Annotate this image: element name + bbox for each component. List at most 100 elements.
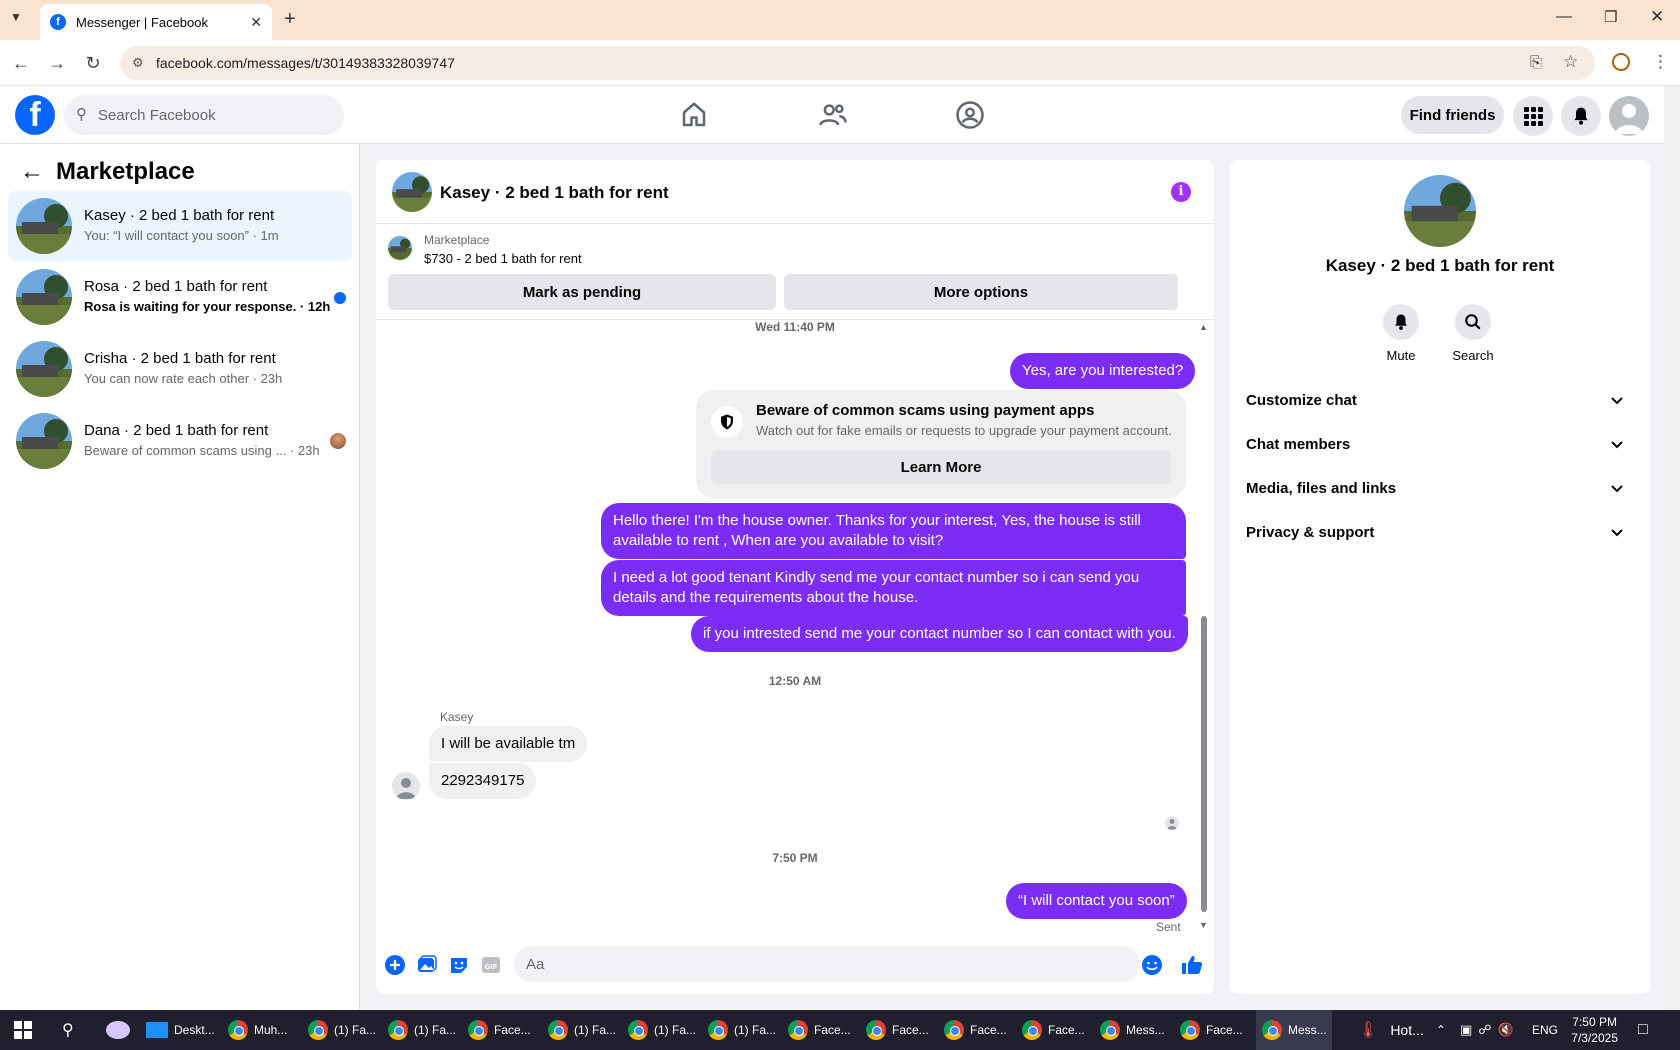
system-clock[interactable]: 7:50 PM 7/3/2025	[1571, 1014, 1618, 1046]
taskbar-app[interactable]: Face...	[468, 1010, 531, 1050]
search-icon[interactable]: ⚲	[62, 1010, 74, 1050]
emoji-icon[interactable]	[1141, 954, 1163, 976]
bookmark-star-icon[interactable]: ☆	[1563, 52, 1578, 72]
home-icon[interactable]	[679, 100, 711, 130]
tab-list-chevron-icon[interactable]: ▼	[10, 10, 22, 24]
taskbar-app-active[interactable]: Mess...	[1256, 1010, 1332, 1050]
taskbar-app[interactable]: Muh...	[228, 1010, 287, 1050]
chevron-down-icon	[1611, 529, 1623, 537]
back-arrow-icon[interactable]: ←	[10, 52, 32, 74]
taskbar-app[interactable]: Face...	[866, 1010, 929, 1050]
groups-icon[interactable]	[955, 100, 987, 130]
language-indicator[interactable]: ENG	[1532, 1010, 1558, 1050]
incoming-message[interactable]: I will be available tm	[429, 726, 588, 762]
browser-menu-icon[interactable]: ⋮	[1652, 52, 1669, 72]
browser-tab[interactable]: f Messenger | Facebook ✕	[40, 4, 272, 40]
window-close-button[interactable]: ✕	[1650, 7, 1664, 27]
listing-thumbnail[interactable]	[388, 236, 412, 260]
contact-avatar[interactable]	[392, 772, 420, 800]
chat-title[interactable]: Kasey · 2 bed 1 bath for rent	[440, 183, 669, 203]
taskbar-app[interactable]: (1) Fa...	[628, 1010, 696, 1050]
conversation-item[interactable]: Rosa · 2 bed 1 bath for rent Rosa is wai…	[8, 262, 352, 332]
mute-button[interactable]: Mute	[1371, 304, 1431, 363]
new-tab-button[interactable]: +	[284, 8, 296, 31]
media-files-links-section[interactable]: Media, files and links	[1246, 470, 1634, 506]
facebook-search-input[interactable]: ⚲ Search Facebook	[64, 95, 344, 135]
chat-members-section[interactable]: Chat members	[1246, 426, 1634, 462]
outgoing-message[interactable]: “I will contact you soon”	[1006, 883, 1187, 919]
more-options-button[interactable]: More options	[784, 274, 1178, 310]
forward-arrow-icon[interactable]: →	[46, 52, 68, 74]
add-plus-icon[interactable]	[384, 954, 406, 976]
taskbar-app[interactable]: Mess...	[1100, 1010, 1165, 1050]
learn-more-button[interactable]: Learn More	[711, 450, 1171, 484]
gif-icon[interactable]: GIF	[480, 954, 502, 976]
tray-chevron-icon[interactable]: ⌃	[1436, 1010, 1446, 1050]
listing-title[interactable]: $730 - 2 bed 1 bath for rent	[424, 251, 582, 266]
friends-icon[interactable]	[818, 100, 850, 130]
message-composer: GIF Aa	[376, 934, 1214, 994]
profile-avatar[interactable]	[1404, 175, 1476, 247]
facebook-header: f ⚲ Search Facebook Find friends	[0, 86, 1664, 144]
taskbar-app[interactable]: Face...	[1180, 1010, 1243, 1050]
mute-label: Mute	[1386, 348, 1416, 363]
outgoing-message[interactable]: if you intrested send me your contact nu…	[691, 616, 1188, 652]
taskbar-app[interactable]: (1) Fa...	[388, 1010, 456, 1050]
scroll-down-arrow-icon[interactable]: ▼	[1199, 920, 1208, 930]
reload-icon[interactable]: ↻	[82, 52, 104, 74]
browser-tab-bar: ▼ f Messenger | Facebook ✕ + — ❐ ✕	[0, 0, 1680, 40]
taskbar-app[interactable]: Face...	[944, 1010, 1007, 1050]
customize-chat-section[interactable]: Customize chat	[1246, 382, 1634, 418]
scam-warning-body: Watch out for fake emails or requests to…	[756, 423, 1172, 438]
weather-label: Hot...	[1390, 1022, 1424, 1038]
page-scrollbar[interactable]	[1664, 86, 1680, 1010]
weather-widget[interactable]: 🌡 Hot...	[1358, 1010, 1424, 1050]
notifications-bell-icon[interactable]	[1561, 96, 1601, 136]
incoming-message[interactable]: 2292349175	[429, 763, 537, 799]
paint-app-icon[interactable]	[106, 1010, 130, 1050]
photo-icon[interactable]	[416, 954, 438, 976]
facebook-logo-icon[interactable]: f	[15, 95, 55, 135]
taskbar-app[interactable]: Face...	[788, 1010, 851, 1050]
minimize-button[interactable]: —	[1556, 8, 1572, 26]
conversation-item[interactable]: Kasey · 2 bed 1 bath for rent You: “I wi…	[8, 191, 352, 261]
search-in-chat-button[interactable]: Search	[1443, 304, 1503, 363]
tray-icons[interactable]: ▣☍🔇	[1460, 1010, 1520, 1050]
shield-icon	[711, 406, 743, 438]
thumbs-up-icon[interactable]	[1180, 953, 1203, 975]
conversation-item[interactable]: Crisha · 2 bed 1 bath for rent You can n…	[8, 334, 352, 404]
info-icon[interactable]: i	[1171, 182, 1191, 202]
scroll-up-arrow-icon[interactable]: ▲	[1199, 322, 1208, 332]
outgoing-message[interactable]: Hello there! I'm the house owner. Thanks…	[601, 503, 1186, 559]
account-avatar[interactable]	[1609, 96, 1649, 136]
tab-close-icon[interactable]: ✕	[250, 14, 262, 31]
sticker-icon[interactable]	[448, 954, 470, 976]
site-info-icon[interactable]: ⚙	[132, 55, 144, 71]
conversation-name: Kasey · 2 bed 1 bath for rent	[84, 207, 275, 224]
outgoing-message[interactable]: Yes, are you interested?	[1010, 353, 1196, 389]
privacy-support-section[interactable]: Privacy & support	[1246, 514, 1634, 550]
mark-as-pending-button[interactable]: Mark as pending	[388, 274, 776, 310]
address-bar[interactable]: ⚙ facebook.com/messages/t/30149383328039…	[120, 46, 1595, 80]
taskbar-app[interactable]: Face...	[1022, 1010, 1085, 1050]
notification-center-icon[interactable]: □	[1638, 1010, 1648, 1050]
install-app-icon[interactable]: ⎘	[1530, 54, 1542, 71]
scrollbar-thumb[interactable]	[1201, 616, 1207, 912]
back-arrow-icon[interactable]: ←	[20, 158, 44, 186]
chat-avatar[interactable]	[392, 172, 432, 212]
find-friends-button[interactable]: Find friends	[1401, 96, 1504, 134]
restore-button[interactable]: ❐	[1604, 8, 1617, 26]
taskbar-app[interactable]: (1) Fa...	[708, 1010, 776, 1050]
taskbar-app[interactable]: Deskt...	[146, 1010, 215, 1050]
search-icon: ⚲	[76, 106, 87, 123]
outgoing-message[interactable]: I need a lot good tenant Kindly send me …	[601, 560, 1186, 616]
chrome-icon	[708, 1020, 728, 1040]
taskbar-app-label: Face...	[892, 1023, 929, 1037]
menu-grid-icon[interactable]	[1513, 96, 1553, 136]
message-input[interactable]: Aa	[514, 946, 1139, 982]
profile-icon[interactable]	[1612, 53, 1630, 71]
conversation-item[interactable]: Dana · 2 bed 1 bath for rent Beware of c…	[8, 406, 352, 476]
taskbar-app[interactable]: (1) Fa...	[548, 1010, 616, 1050]
start-button[interactable]	[14, 1010, 32, 1050]
taskbar-app[interactable]: (1) Fa...	[308, 1010, 376, 1050]
